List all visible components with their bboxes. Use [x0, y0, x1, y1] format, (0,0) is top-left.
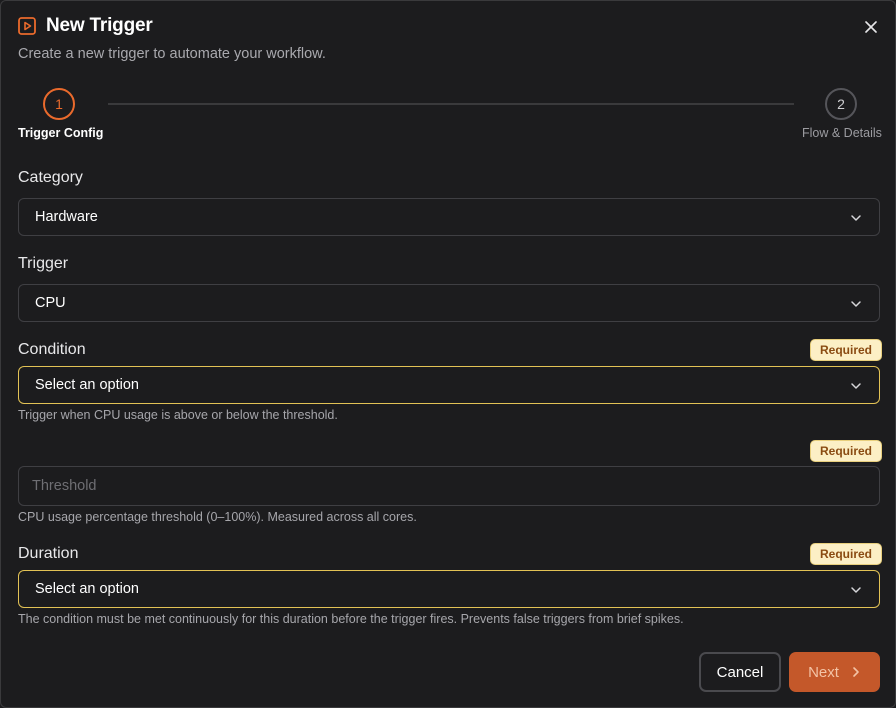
close-icon [865, 21, 877, 33]
step-1-label: Trigger Config [18, 126, 104, 140]
condition-required-badge: Required [810, 339, 883, 361]
duration-label: Duration [18, 545, 79, 562]
threshold-input[interactable] [18, 466, 880, 506]
category-select[interactable]: Hardware [18, 198, 880, 236]
category-value: Hardware [35, 209, 98, 225]
condition-select[interactable]: Select an option [18, 366, 880, 404]
trigger-label: Trigger [18, 255, 69, 272]
category-label: Category [18, 169, 83, 186]
condition-help-text: Trigger when CPU usage is above or below… [18, 408, 338, 422]
condition-placeholder: Select an option [35, 377, 139, 393]
dialog-subtitle: Create a new trigger to automate your wo… [18, 46, 326, 62]
threshold-required-badge: Required [810, 440, 883, 462]
trigger-value: CPU [35, 295, 66, 311]
condition-label: Condition [18, 341, 86, 358]
duration-placeholder: Select an option [35, 581, 139, 597]
stepper-connector [108, 103, 794, 105]
next-button[interactable]: Next [789, 652, 880, 692]
trigger-select[interactable]: CPU [18, 284, 880, 322]
new-trigger-dialog: New Trigger Create a new trigger to auto… [0, 0, 896, 708]
chevron-down-icon [851, 587, 861, 593]
duration-required-badge: Required [810, 543, 883, 565]
chevron-down-icon [851, 301, 861, 307]
step-1-indicator[interactable]: 1 [43, 88, 75, 120]
step-2-indicator[interactable]: 2 [825, 88, 857, 120]
dialog-title: New Trigger [46, 15, 153, 36]
step-2-label: Flow & Details [802, 126, 882, 140]
chevron-down-icon [851, 383, 861, 389]
cancel-button-label: Cancel [716, 663, 764, 681]
duration-select[interactable]: Select an option [18, 570, 880, 608]
next-button-label: Next [808, 663, 839, 681]
threshold-help-text: CPU usage percentage threshold (0–100%).… [18, 510, 417, 524]
close-button[interactable] [861, 17, 881, 37]
duration-help-text: The condition must be met continuously f… [18, 612, 684, 626]
chevron-down-icon [851, 215, 861, 221]
play-square-icon [18, 17, 36, 35]
chevron-right-icon [853, 667, 859, 677]
dialog-header: New Trigger [18, 15, 153, 37]
cancel-button[interactable]: Cancel [699, 652, 781, 692]
